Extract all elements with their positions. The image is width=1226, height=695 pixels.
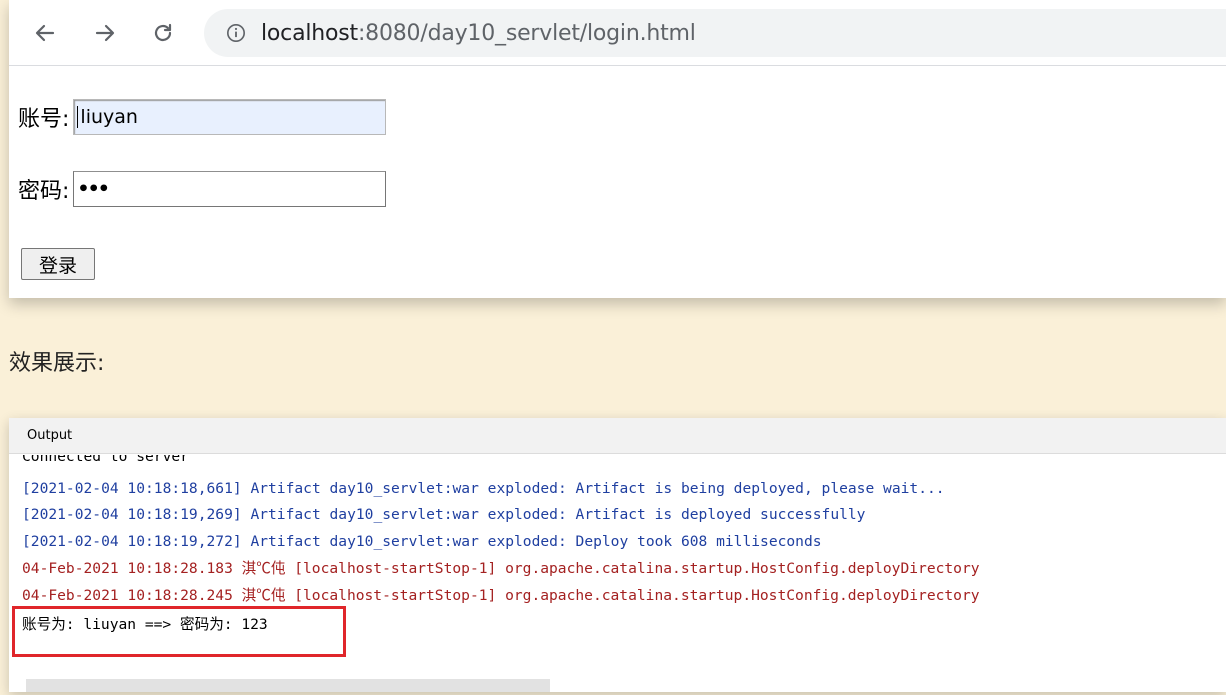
login-page: 账号: liuyan 密码: ••• 登录 xyxy=(9,66,1226,298)
account-value: liuyan xyxy=(80,106,138,128)
login-button[interactable]: 登录 xyxy=(21,248,95,280)
console-line: Connected to server xyxy=(22,455,189,465)
url-text[interactable]: localhost:8080/day10_servlet/login.html xyxy=(261,21,696,46)
reload-icon xyxy=(154,23,172,42)
arrow-left-icon xyxy=(35,24,55,42)
account-label: 账号: xyxy=(18,107,70,132)
caption-text: 效果展示: xyxy=(9,351,105,376)
browser-toolbar: localhost:8080/day10_servlet/login.html xyxy=(9,0,1226,66)
password-label: 密码: xyxy=(18,179,70,204)
console-line: [2021-02-04 10:18:19,272] Artifact day10… xyxy=(22,533,822,550)
console-header: Output xyxy=(9,418,1226,454)
highlight-box xyxy=(12,606,346,657)
url-host: localhost xyxy=(261,20,358,46)
horizontal-scrollbar[interactable] xyxy=(26,679,550,692)
password-mask: ••• xyxy=(77,178,109,200)
text-caret xyxy=(77,106,79,128)
browser-window: localhost:8080/day10_servlet/login.html … xyxy=(9,0,1226,298)
console-line: 04-Feb-2021 10:18:28.183 淇℃伅 [localhost-… xyxy=(22,560,980,577)
arrow-right-icon xyxy=(95,24,115,42)
reload-button[interactable] xyxy=(146,16,180,50)
console-line: [2021-02-04 10:18:19,269] Artifact day10… xyxy=(22,506,866,523)
account-row: 账号: liuyan xyxy=(18,99,387,135)
url-path: :8080/day10_servlet/login.html xyxy=(357,20,696,46)
account-input[interactable]: liuyan xyxy=(73,99,387,135)
password-row: 密码: ••• xyxy=(18,171,387,207)
address-bar[interactable]: localhost:8080/day10_servlet/login.html xyxy=(204,9,1226,57)
console-line: 04-Feb-2021 10:18:28.245 淇℃伅 [localhost-… xyxy=(22,587,980,604)
password-input[interactable]: ••• xyxy=(73,171,387,207)
console-title: Output xyxy=(27,428,73,443)
back-button[interactable] xyxy=(28,16,62,50)
forward-button[interactable] xyxy=(88,16,122,50)
info-icon[interactable] xyxy=(225,22,247,44)
console-line: [2021-02-04 10:18:18,661] Artifact day10… xyxy=(22,480,945,497)
